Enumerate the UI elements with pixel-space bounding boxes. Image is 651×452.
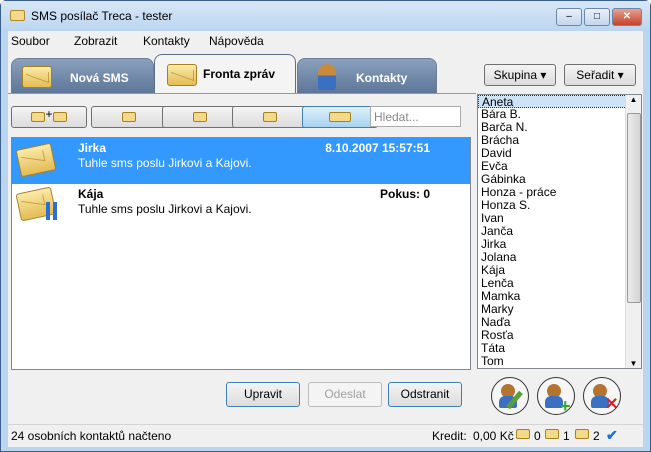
contact-list: Aneta Bára B. Barča N. Brácha David Evča Gábin… bbox=[477, 94, 642, 369]
contact-item[interactable]: Tom bbox=[478, 355, 641, 368]
group-dropdown[interactable]: Skupina ▾ bbox=[484, 64, 556, 86]
window-title: SMS posílač Treca - tester bbox=[31, 9, 173, 23]
pause-icon bbox=[46, 202, 50, 220]
menu-zobrazit[interactable]: Zobrazit bbox=[74, 34, 117, 48]
tab-kontakty[interactable]: Kontakty bbox=[297, 58, 437, 94]
all-messages-button[interactable] bbox=[302, 106, 378, 128]
envelope-icon bbox=[15, 142, 57, 178]
menu-bar: Soubor Zobrazit Kontakty Nápověda bbox=[8, 31, 643, 51]
credit-value: 0,00 Kč bbox=[473, 429, 514, 443]
delete-x-icon: ✕ bbox=[605, 396, 619, 413]
app-window: SMS posílač Treca - tester – □ ✕ Soubor … bbox=[0, 0, 651, 452]
envelope-icon bbox=[167, 64, 197, 86]
envelope-pause-icon bbox=[193, 112, 207, 123]
title-bar: SMS posílač Treca - tester – □ ✕ bbox=[1, 1, 650, 31]
sending-icon bbox=[516, 429, 530, 439]
scroll-thumb[interactable] bbox=[627, 113, 641, 303]
paused-icon bbox=[545, 429, 559, 439]
contact-icon bbox=[318, 64, 336, 90]
edit-contact-button[interactable] bbox=[491, 377, 529, 415]
message-row[interactable]: Jirka Tuhle sms poslu Jirkovi a Kajovi. … bbox=[12, 138, 470, 184]
minimize-button[interactable]: – bbox=[556, 8, 582, 26]
app-envelope-icon bbox=[10, 10, 25, 21]
status-bar: 24 osobních kontaktů načteno Kredit: 0,0… bbox=[8, 424, 643, 446]
envelope-icon bbox=[263, 112, 277, 123]
scrollbar[interactable]: ▲ ▼ bbox=[625, 95, 641, 368]
single-message-button[interactable] bbox=[232, 106, 308, 128]
status-text: 24 osobních kontaktů načteno bbox=[11, 429, 172, 443]
message-row[interactable]: Kája Tuhle sms poslu Jirkovi a Kajovi. P… bbox=[12, 184, 470, 230]
delete-button[interactable]: Odstranit bbox=[388, 382, 462, 407]
envelope-pause-icon bbox=[52, 112, 67, 123]
edit-button[interactable]: Upravit bbox=[226, 382, 300, 407]
envelopes-icon bbox=[329, 112, 351, 123]
send-message-button[interactable]: Odeslat bbox=[308, 382, 382, 407]
tab-nova-sms[interactable]: Nová SMS bbox=[11, 58, 154, 94]
send-button[interactable] bbox=[91, 106, 167, 128]
envelope-icon bbox=[22, 66, 52, 88]
pause-button[interactable] bbox=[162, 106, 238, 128]
envelope-paused-icon bbox=[15, 186, 57, 222]
menu-napoveda[interactable]: Nápověda bbox=[209, 34, 264, 48]
close-button[interactable]: ✕ bbox=[612, 8, 642, 26]
envelope-send-icon bbox=[31, 112, 46, 123]
envelope-send-icon bbox=[122, 112, 136, 123]
delete-contact-button[interactable]: ✕ bbox=[583, 377, 621, 415]
sort-dropdown[interactable]: Seřadit ▾ bbox=[564, 64, 636, 86]
menu-soubor[interactable]: Soubor bbox=[11, 34, 50, 48]
credit-label: Kredit: bbox=[432, 429, 467, 443]
message-queue-list: Jirka Tuhle sms poslu Jirkovi a Kajovi. … bbox=[11, 137, 471, 370]
queued-icon bbox=[575, 429, 589, 439]
tab-fronta-zprav[interactable]: Fronta zpráv bbox=[154, 54, 296, 94]
checkmark-icon: ✔ bbox=[606, 427, 618, 443]
client-area: Soubor Zobrazit Kontakty Nápověda Nová S… bbox=[8, 31, 643, 447]
search-input[interactable]: Hledat... bbox=[370, 106, 461, 127]
menu-kontakty[interactable]: Kontakty bbox=[143, 34, 190, 48]
add-contact-button[interactable]: + bbox=[537, 377, 575, 416]
send-and-pause-all-button[interactable]: + bbox=[11, 106, 87, 128]
plus-icon: + bbox=[560, 396, 571, 416]
scroll-up-icon[interactable]: ▲ bbox=[626, 95, 641, 104]
scroll-down-icon[interactable]: ▼ bbox=[626, 359, 641, 368]
maximize-button[interactable]: □ bbox=[584, 8, 610, 26]
